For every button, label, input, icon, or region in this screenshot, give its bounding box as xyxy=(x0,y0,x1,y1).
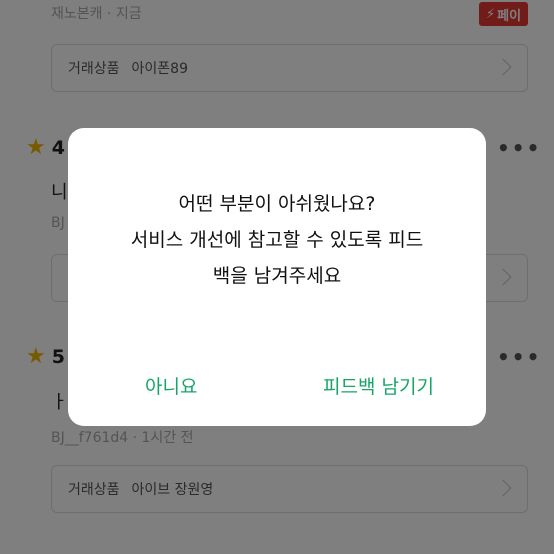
feedback-dialog: 어떤 부분이 아쉬웠나요? 서비스 개선에 참고할 수 있도록 피드 백을 남겨… xyxy=(68,128,486,426)
dialog-message-line: 백을 남겨주세요 xyxy=(212,265,342,287)
dialog-message: 어떤 부분이 아쉬웠나요? 서비스 개선에 참고할 수 있도록 피드 백을 남겨… xyxy=(68,186,486,294)
cancel-button[interactable]: 아니요 xyxy=(145,372,197,399)
leave-feedback-button[interactable]: 피드백 남기기 xyxy=(323,372,434,399)
dialog-message-line: 서비스 개선에 참고할 수 있도록 피드 xyxy=(130,229,424,251)
dialog-message-line: 어떤 부분이 아쉬웠나요? xyxy=(178,193,376,215)
